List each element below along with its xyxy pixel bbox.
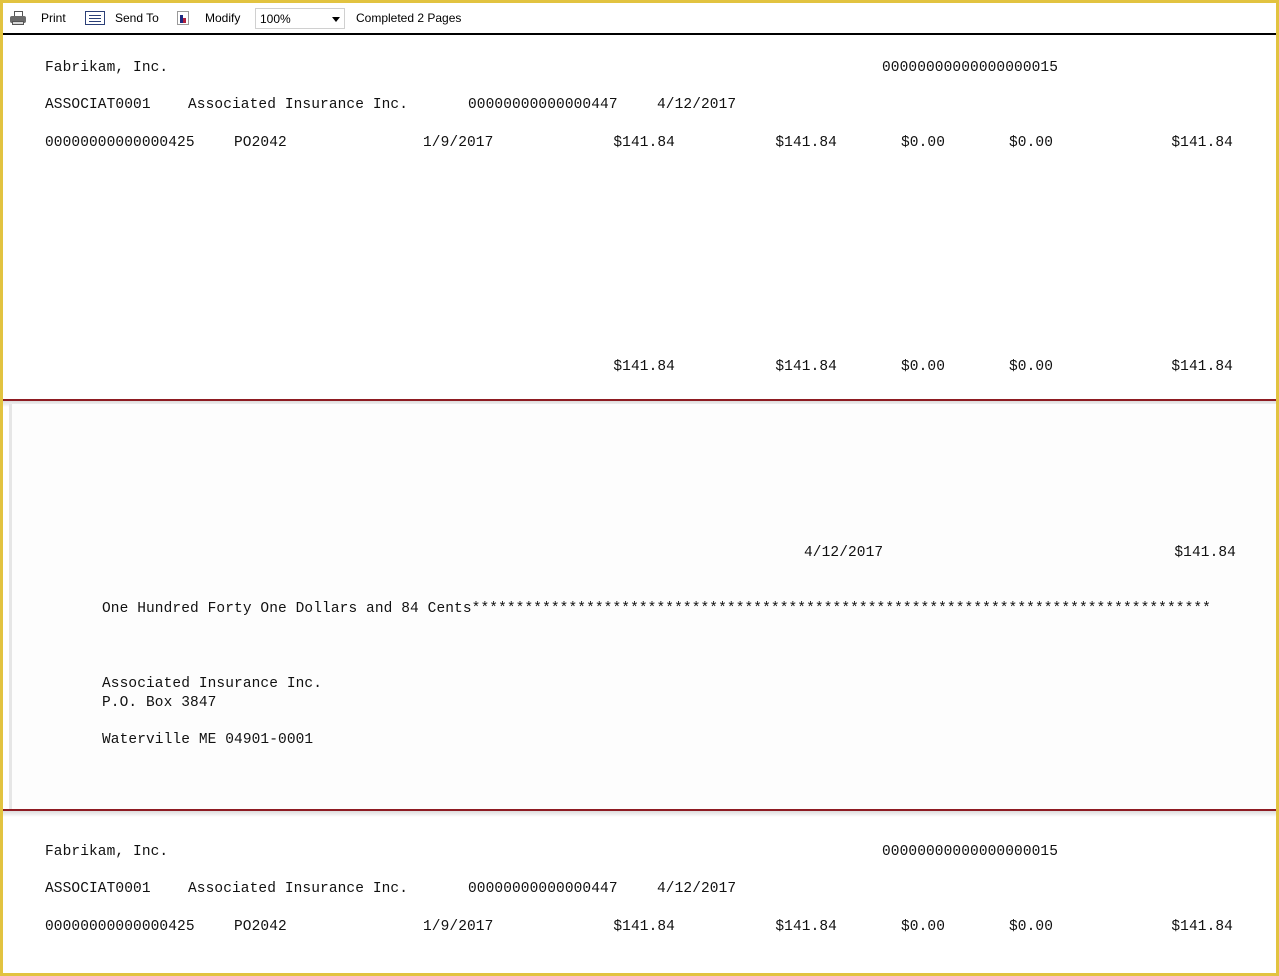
vendor-id: ASSOCIAT0001 <box>45 881 151 897</box>
check-date: 4/12/2017 <box>804 545 884 561</box>
send-to-label: Send To <box>115 11 159 25</box>
chevron-down-icon <box>332 17 340 22</box>
original-amount: $141.84 <box>613 919 675 935</box>
toolbar-separator <box>168 9 169 27</box>
document-number: 00000000000000447 <box>468 97 618 113</box>
invoice-number: PO2042 <box>234 919 287 935</box>
check-number: 00000000000000000015 <box>882 844 1059 860</box>
writeoff-amount: $0.00 <box>1008 919 1053 935</box>
check-number: 00000000000000000015 <box>882 60 1059 76</box>
report-preview: Fabrikam, Inc. 00000000000000000015 ASSO… <box>3 37 1276 973</box>
zoom-select[interactable]: 100% <box>255 8 345 29</box>
company-name: Fabrikam, Inc. <box>45 844 169 860</box>
status-text: Completed 2 Pages <box>356 3 461 33</box>
document-date: 4/12/2017 <box>657 97 737 113</box>
amount-paid: $141.84 <box>775 919 837 935</box>
discount-amount: $0.00 <box>900 919 945 935</box>
invoice-date: 1/9/2017 <box>423 135 494 151</box>
amount-paid: $141.84 <box>775 135 837 151</box>
vendor-name: Associated Insurance Inc. <box>188 97 409 113</box>
zoom-value: 100% <box>260 11 291 26</box>
send-to-button[interactable]: Send To <box>85 3 159 33</box>
modify-icon <box>177 11 189 25</box>
voucher-number: 00000000000000425 <box>45 135 195 151</box>
toolbar-separator <box>349 9 350 27</box>
document-number: 00000000000000447 <box>468 881 618 897</box>
payee-city-state-zip: Waterville ME 04901-0001 <box>102 732 314 748</box>
toolbar: Print Send To Modify 100% Completed 2 Pa… <box>3 3 1276 35</box>
writeoff-amount: $0.00 <box>1008 135 1053 151</box>
net-paid-amount: $141.84 <box>1171 135 1233 151</box>
report-viewer-window: Print Send To Modify 100% Completed 2 Pa… <box>0 0 1279 976</box>
print-button[interactable]: Print <box>9 3 66 33</box>
modify-label: Modify <box>205 11 241 25</box>
divider-shadow <box>3 811 1276 817</box>
modify-button[interactable]: Modify <box>177 3 240 33</box>
invoice-number: PO2042 <box>234 135 287 151</box>
printer-icon <box>9 11 27 25</box>
total-writeoff: $0.00 <box>1008 359 1053 375</box>
toolbar-separator <box>79 9 80 27</box>
toolbar-separator <box>250 9 251 27</box>
discount-amount: $0.00 <box>900 135 945 151</box>
total-net-paid: $141.84 <box>1171 359 1233 375</box>
print-label: Print <box>41 11 66 25</box>
net-paid-amount: $141.84 <box>1171 919 1233 935</box>
check-amount: $141.84 <box>1174 545 1236 561</box>
send-to-icon <box>85 11 105 25</box>
voucher-number: 00000000000000425 <box>45 919 195 935</box>
document-date: 4/12/2017 <box>657 881 737 897</box>
total-amount-paid: $141.84 <box>775 359 837 375</box>
status-label: Completed 2 Pages <box>356 11 462 25</box>
original-amount: $141.84 <box>613 135 675 151</box>
company-name: Fabrikam, Inc. <box>45 60 169 76</box>
vendor-id: ASSOCIAT0001 <box>45 97 151 113</box>
total-original-amount: $141.84 <box>613 359 675 375</box>
amount-in-words: One Hundred Forty One Dollars and 84 Cen… <box>102 601 1211 617</box>
check-panel: 4/12/2017 $141.84 One Hundred Forty One … <box>9 404 1276 809</box>
vendor-name: Associated Insurance Inc. <box>188 881 409 897</box>
payee-address-line1: P.O. Box 3847 <box>102 695 217 711</box>
total-discount: $0.00 <box>900 359 945 375</box>
payee-name: Associated Insurance Inc. <box>102 676 323 692</box>
invoice-date: 1/9/2017 <box>423 919 494 935</box>
